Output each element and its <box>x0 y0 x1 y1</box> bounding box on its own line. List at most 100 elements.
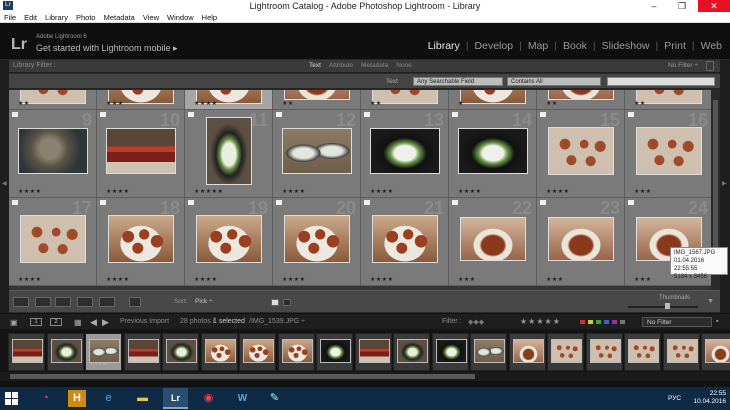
photo-thumbnail[interactable] <box>284 215 350 263</box>
thumbnail-size-knob[interactable] <box>665 303 670 309</box>
photo-thumbnail[interactable] <box>548 127 614 175</box>
taskbar-app-h-icon[interactable]: H <box>68 390 86 407</box>
grid-cell[interactable]: 17 ★★★★ <box>9 198 97 286</box>
module-slideshow[interactable]: Slideshow <box>602 40 650 52</box>
grid-cell[interactable]: 23 ★★★ <box>537 198 625 286</box>
grid-cell[interactable]: 11 ★★★★★ <box>185 110 273 198</box>
star-rating[interactable]: ★★★★ <box>370 276 394 283</box>
filmstrip-thumbnail[interactable] <box>124 333 161 371</box>
grid-scrollbar-thumb[interactable] <box>713 100 718 250</box>
maximize-button[interactable]: ❐ <box>668 0 696 12</box>
menu-photo[interactable]: Photo <box>72 12 100 23</box>
star-rating[interactable]: ★★★★ <box>282 276 306 283</box>
system-clock[interactable]: 22:55 10.04.2016 <box>693 390 726 406</box>
star-rating[interactable]: ★★★★ <box>18 276 42 283</box>
quick-collection-icon[interactable] <box>12 112 18 117</box>
filmstrip-thumbnail[interactable] <box>201 333 238 371</box>
photo-thumbnail[interactable] <box>372 215 438 263</box>
quick-collection-icon[interactable] <box>100 200 106 205</box>
star-rating[interactable]: ★★★★ <box>458 188 482 195</box>
quick-collection-icon[interactable] <box>188 112 194 117</box>
quick-collection-icon[interactable] <box>364 200 370 205</box>
filmstrip-thumbnail[interactable]: ★★★★ <box>85 333 122 371</box>
grid-cell[interactable]: 20 ★★★★ <box>273 198 361 286</box>
star-rating[interactable]: ★★ <box>18 100 30 107</box>
quick-collection-icon[interactable] <box>628 112 634 117</box>
filmstrip-thumbnail[interactable] <box>624 333 661 371</box>
language-indicator[interactable]: РУС <box>668 395 681 402</box>
module-map[interactable]: Map <box>528 40 548 52</box>
star-rating[interactable]: ★★★★ <box>106 188 130 195</box>
grid-cell[interactable]: ★ <box>449 90 537 110</box>
expand-left-icon[interactable]: ◀ <box>2 180 7 187</box>
filter-preset-select[interactable]: No Filter ÷ <box>668 62 698 69</box>
menu-file[interactable]: File <box>0 12 20 23</box>
photo-thumbnail[interactable] <box>106 128 176 174</box>
menu-window[interactable]: Window <box>163 12 198 23</box>
quick-collection-icon[interactable] <box>188 200 194 205</box>
menu-view[interactable]: View <box>139 12 163 23</box>
filmstrip-thumbnail[interactable] <box>432 333 469 371</box>
rule-select[interactable]: Contains All <box>507 77 601 86</box>
photo-thumbnail[interactable] <box>196 215 262 263</box>
flag-reject-icon[interactable] <box>283 299 291 306</box>
file-explorer-icon[interactable]: ▬ <box>130 388 155 409</box>
filmstrip-thumbnail[interactable] <box>586 333 623 371</box>
photo-thumbnail[interactable] <box>548 90 614 100</box>
photo-thumbnail[interactable] <box>548 217 614 261</box>
star-rating[interactable]: ★★★ <box>458 276 476 283</box>
filter-tab-none[interactable]: None <box>396 62 412 69</box>
star-rating[interactable]: ★★★★ <box>106 276 130 283</box>
menu-metadata[interactable]: Metadata <box>100 12 139 23</box>
photo-thumbnail[interactable] <box>460 90 526 104</box>
filmstrip-thumbnail[interactable] <box>278 333 315 371</box>
filmstrip-filter-select[interactable]: No Filter <box>642 317 712 327</box>
quick-collection-icon[interactable] <box>364 112 370 117</box>
star-rating[interactable]: ★★ <box>282 100 294 107</box>
filmstrip-thumbnail[interactable] <box>509 333 546 371</box>
menu-library[interactable]: Library <box>41 12 72 23</box>
secondary-window-icon[interactable]: ▣ <box>10 318 18 327</box>
monitor-2-button[interactable]: 2 <box>50 318 62 326</box>
photo-thumbnail[interactable] <box>20 215 86 263</box>
color-label-green[interactable] <box>596 320 601 324</box>
flag-filter-icon[interactable]: ◆◆◆ <box>468 318 484 326</box>
photo-thumbnail[interactable] <box>370 128 440 174</box>
star-rating[interactable]: ★★ <box>546 100 558 107</box>
star-rating[interactable]: ★★★ <box>106 100 124 107</box>
photo-thumbnail[interactable] <box>636 127 702 175</box>
mobile-prompt-link[interactable]: Get started with Lightroom mobile ▸ <box>36 43 178 54</box>
quick-collection-icon[interactable] <box>628 200 634 205</box>
menu-help[interactable]: Help <box>198 12 221 23</box>
forward-arrow-icon[interactable]: ▶ <box>102 317 109 328</box>
quick-collection-icon[interactable] <box>12 200 18 205</box>
quick-collection-icon[interactable] <box>100 112 106 117</box>
taskbar-app-1-icon[interactable]: ◔ <box>33 388 58 409</box>
paint-icon[interactable]: ✎ <box>262 388 287 409</box>
grid-cell[interactable]: ★★ <box>273 90 361 110</box>
filmstrip-thumbnail[interactable] <box>355 333 392 371</box>
grid-cell[interactable]: 9 ★★★★ <box>9 110 97 198</box>
star-rating[interactable]: ★★★ <box>634 188 652 195</box>
word-icon[interactable]: W <box>230 388 255 409</box>
grid-cell[interactable]: 18 ★★★★ <box>97 198 185 286</box>
search-input[interactable] <box>607 77 715 86</box>
grid-cell[interactable]: 14 ★★★★ <box>449 110 537 198</box>
grid-view-button[interactable] <box>13 297 29 307</box>
filmstrip-scroll-thumb[interactable] <box>10 374 475 379</box>
photo-thumbnail[interactable] <box>108 215 174 263</box>
star-rating[interactable]: ★★★★★ <box>194 188 223 195</box>
quick-collection-icon[interactable] <box>276 112 282 117</box>
filmstrip-thumbnail[interactable] <box>393 333 430 371</box>
star-rating[interactable]: ★★ <box>370 100 382 107</box>
color-label-red[interactable] <box>580 320 585 324</box>
filmstrip-scrollbar[interactable] <box>0 372 730 381</box>
grid-cell[interactable]: ★★ <box>361 90 449 110</box>
filmstrip-thumbnail[interactable] <box>663 333 700 371</box>
photo-thumbnail[interactable] <box>282 128 352 174</box>
grid-cell[interactable]: 10 ★★★★ <box>97 110 185 198</box>
grid-shortcut-icon[interactable]: ▦ <box>74 318 82 327</box>
filmstrip-thumbnail[interactable] <box>701 333 730 371</box>
module-book[interactable]: Book <box>563 40 587 52</box>
filmstrip-thumbnail[interactable] <box>47 333 84 371</box>
